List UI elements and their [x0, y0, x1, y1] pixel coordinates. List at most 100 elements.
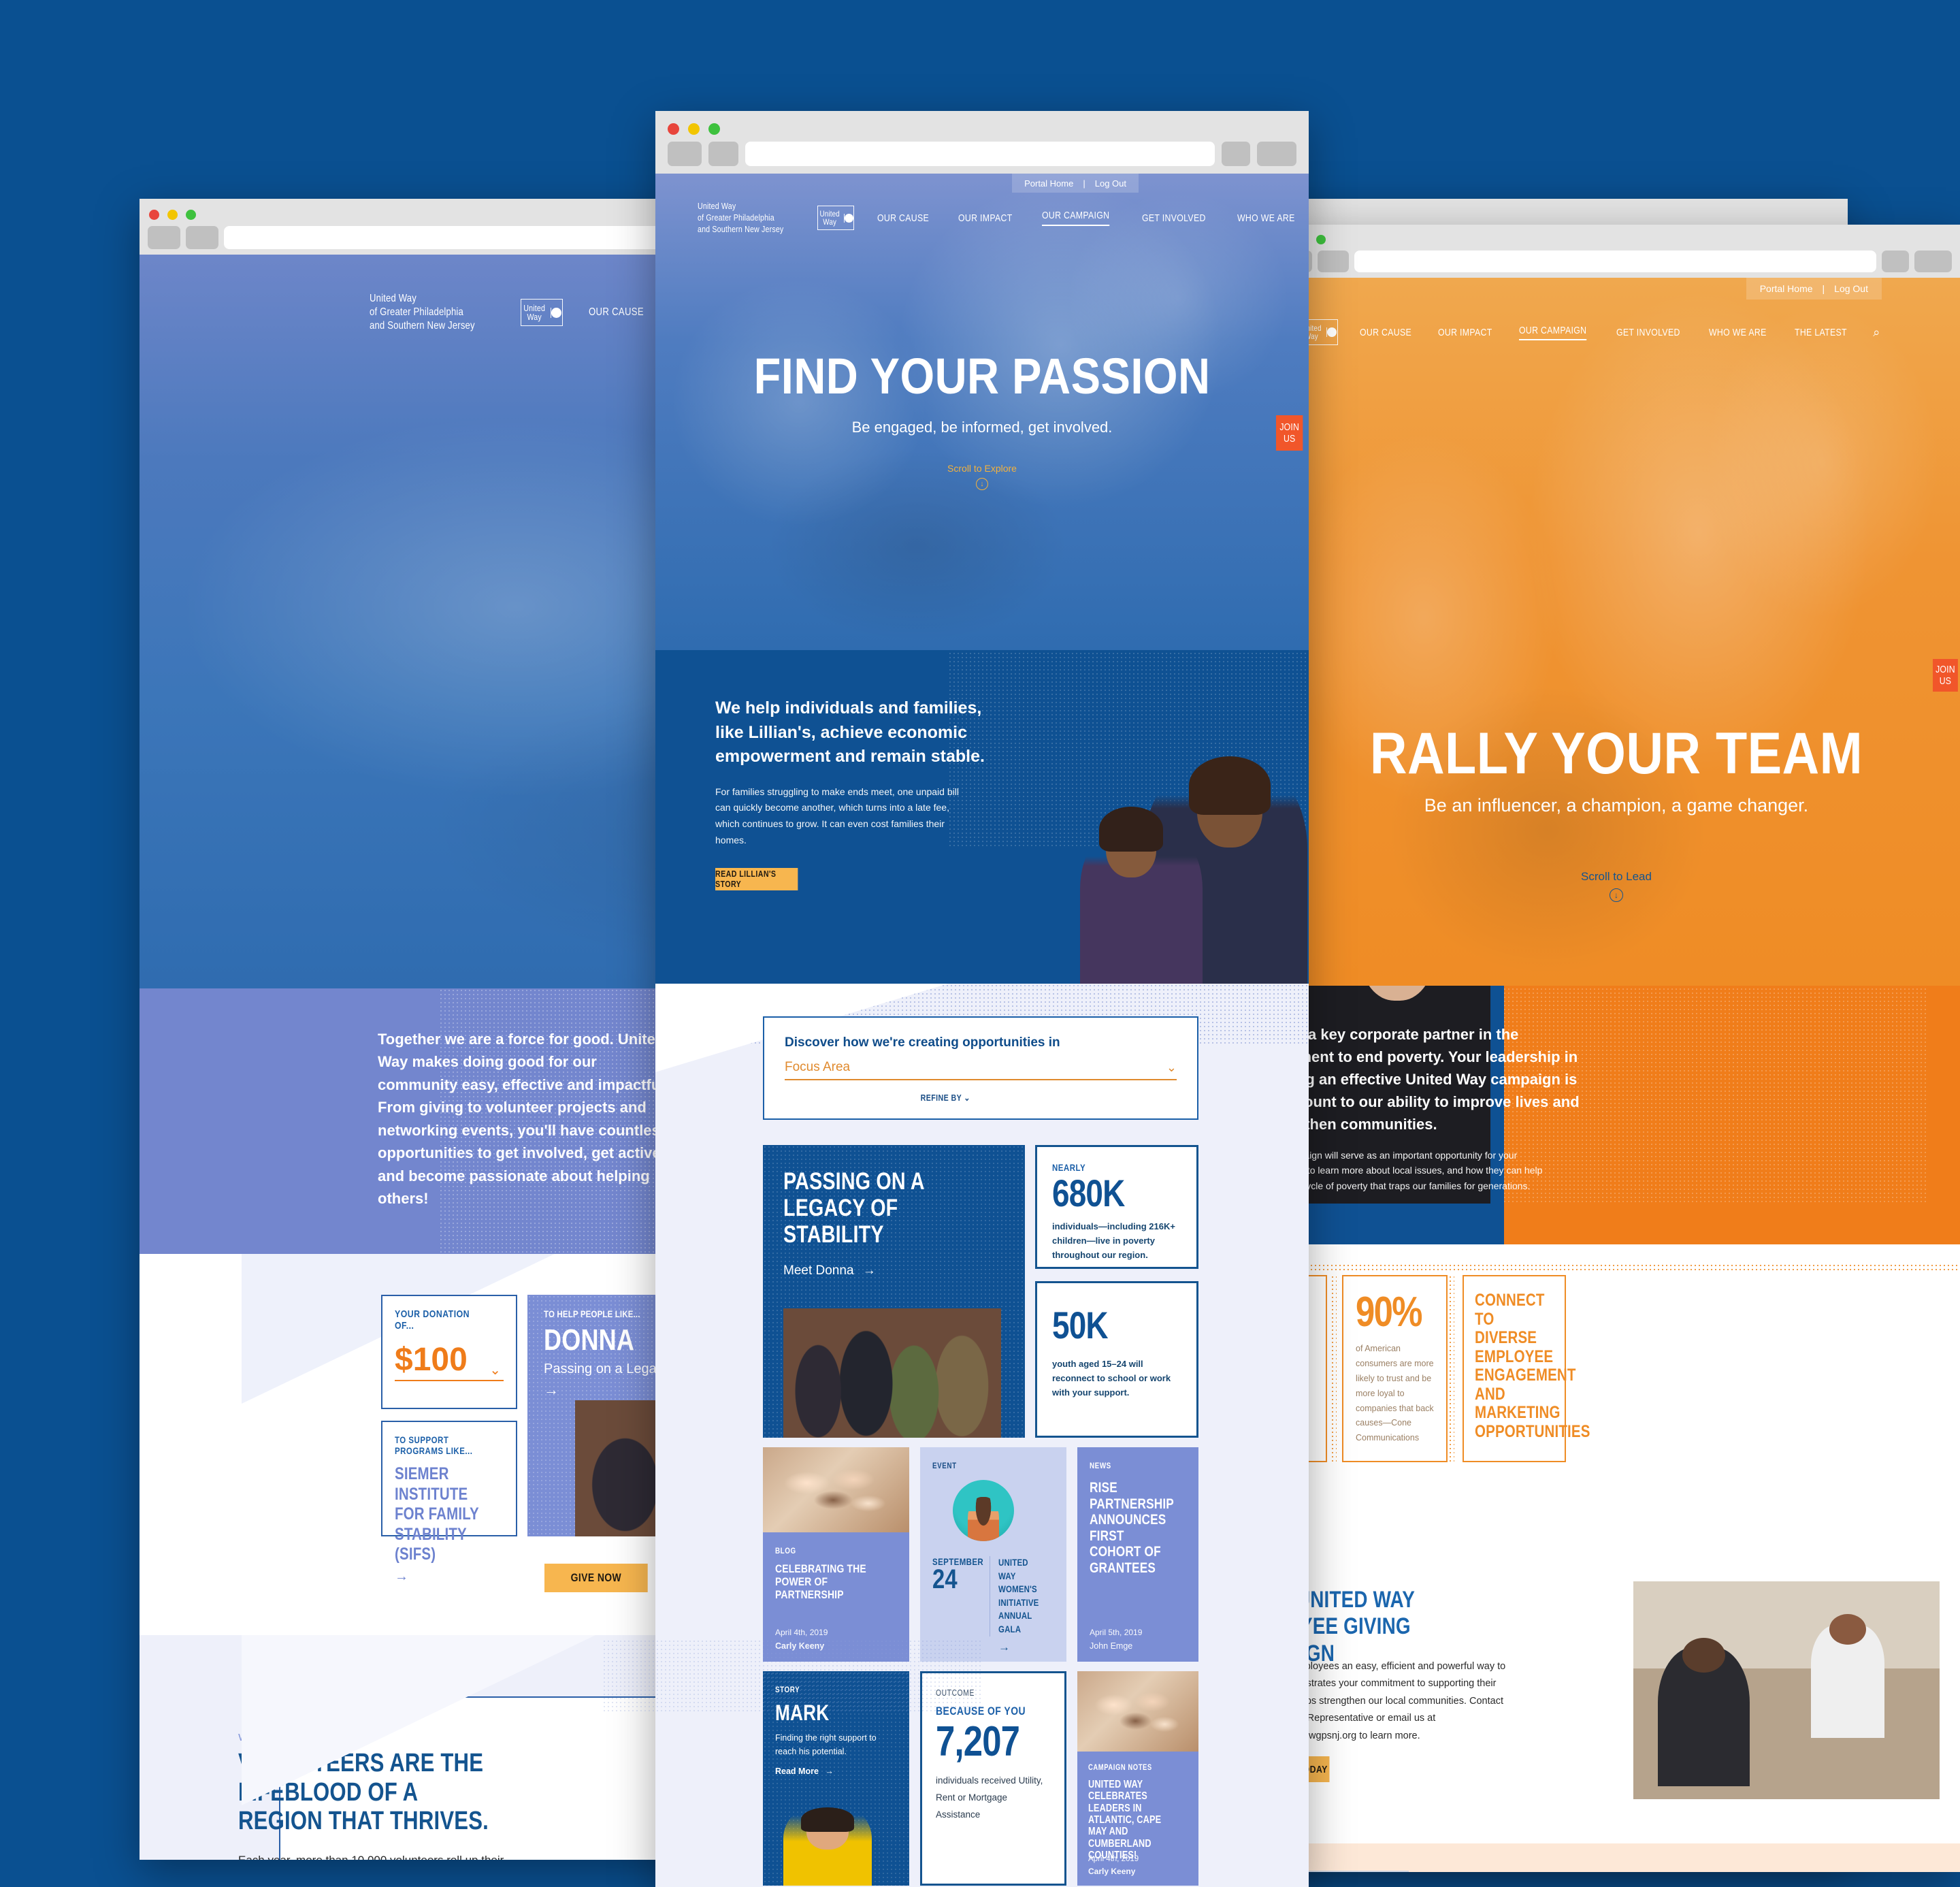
nav-link-get-involved[interactable]: GET INVOLVED — [1616, 327, 1680, 338]
nav-link-our-impact[interactable]: OUR IMPACT — [958, 212, 1013, 224]
browser-chrome-center — [655, 111, 1309, 174]
tabs-button[interactable] — [1257, 142, 1296, 166]
read-lillians-story-button[interactable]: READ LILLIAN'S STORY — [715, 867, 798, 890]
utility-nav[interactable]: Portal Home | Log Out — [1012, 174, 1139, 193]
helping-hand-icon — [1326, 327, 1337, 338]
close-icon[interactable] — [149, 209, 159, 220]
portal-home-link[interactable]: Portal Home — [1024, 178, 1073, 189]
search-icon[interactable]: ⌕ — [1873, 325, 1880, 340]
portal-home-link[interactable]: Portal Home — [1760, 283, 1813, 294]
utility-nav[interactable]: Portal Home | Log Out — [1746, 278, 1882, 300]
united-way-logo-icon[interactable]: United Way — [521, 299, 563, 326]
focus-area-select[interactable]: Focus Area ⌄ — [785, 1060, 1177, 1080]
card-news[interactable]: NEWS RISE PARTNERSHIP ANNOUNCES FIRST CO… — [1077, 1447, 1198, 1662]
site-right: Portal Home | Log Out United Way of Grea… — [1273, 278, 1960, 1872]
donation-amount-value[interactable]: $100 — [395, 1341, 504, 1381]
benefits-section-right: GAIN ACCESS TO PREMIER MARKETS ACROSS OU… — [1273, 1244, 1960, 1544]
scroll-cue-center[interactable]: Scroll to Explore ↓ — [655, 463, 1309, 490]
utility-separator: | — [1083, 178, 1085, 189]
card-event[interactable]: EVENT SEPTEMBER 24 UNITED WAY WOMEN'S IN… — [920, 1447, 1066, 1662]
benefit-stat-number: 90% — [1356, 1289, 1422, 1336]
chevron-down-icon[interactable]: ⌄ — [1166, 1061, 1177, 1075]
focus-area-value: Focus Area — [785, 1060, 851, 1074]
share-button[interactable] — [1882, 251, 1909, 272]
card-campaign-notes[interactable]: CAMPAIGN NOTES UNITED WAY CELEBRATES LEA… — [1077, 1671, 1198, 1886]
close-icon[interactable] — [668, 123, 679, 135]
chevron-down-icon[interactable]: ⌄ — [964, 1093, 970, 1103]
united-way-logo-icon[interactable]: United Way — [817, 206, 854, 231]
nav-link-our-campaign[interactable]: OUR CAMPAIGN — [1518, 325, 1587, 340]
maximize-icon[interactable] — [708, 123, 720, 135]
join-us-button-right[interactable]: JOIN US — [1933, 659, 1958, 692]
card-grid-center: PASSING ON A LEGACY OF STABILITY Meet Do… — [655, 1130, 1309, 1887]
donation-program-kicker: TO SUPPORT PROGRAMS LIKE... — [395, 1434, 473, 1456]
intro-paragraph-center: For families struggling to make ends mee… — [715, 786, 959, 845]
donation-program-card[interactable]: TO SUPPORT PROGRAMS LIKE... SIEMER INSTI… — [381, 1421, 517, 1584]
filter-card[interactable]: Discover how we're creating opportunitie… — [763, 1016, 1198, 1120]
nav-link-our-cause[interactable]: OUR CAUSE — [589, 306, 644, 319]
feature-story-link[interactable]: Meet Donna → — [783, 1263, 1004, 1278]
program-arrow-icon[interactable]: → — [395, 1569, 504, 1585]
story-body: Finding the right support to reach his p… — [775, 1732, 877, 1756]
donation-amount-card[interactable]: YOUR DONATION OF... $100 ⌄ — [381, 1295, 517, 1409]
arrow-right-icon[interactable]: → — [998, 1641, 1054, 1654]
nav-link-our-cause[interactable]: OUR CAUSE — [877, 212, 929, 224]
benefit-card-stat[interactable]: 90% of American consumers are more likel… — [1342, 1275, 1448, 1462]
maximize-icon[interactable] — [1316, 235, 1326, 244]
logo-wordmark[interactable]: United Way of Greater Philadelphia and S… — [698, 201, 787, 236]
browser-window-center[interactable]: Portal Home | Log Out United Way of Grea… — [655, 111, 1309, 1887]
nav-link-who-we-are[interactable]: WHO WE ARE — [1709, 327, 1767, 338]
filter-heading: Discover how we're creating opportunitie… — [785, 1035, 1060, 1050]
chevron-down-icon[interactable]: ⌄ — [489, 1361, 501, 1378]
hero-center: Portal Home | Log Out United Way of Grea… — [655, 174, 1309, 650]
logo-wordmark[interactable]: United Way of Greater Philadelphia and S… — [370, 292, 481, 333]
nav-link-the-latest[interactable]: THE LATEST — [1795, 327, 1847, 338]
nav-link-who-we-are[interactable]: WHO WE ARE — [1237, 212, 1295, 224]
office-photo — [1633, 1581, 1940, 1799]
campaign-notes-author: Carly Keeny — [1088, 1867, 1136, 1876]
helping-hand-icon — [550, 307, 562, 318]
forward-button[interactable] — [708, 142, 738, 166]
hero-title-center: FIND YOUR PASSION — [753, 348, 1211, 404]
give-now-button[interactable]: GIVE NOW — [544, 1564, 648, 1592]
nav-link-our-impact[interactable]: OUR IMPACT — [1438, 327, 1492, 338]
minimize-icon[interactable] — [167, 209, 178, 220]
forward-button[interactable] — [1318, 251, 1349, 272]
card-stat-50k[interactable]: 50K youth aged 15–24 will reconnect to s… — [1035, 1281, 1198, 1438]
benefit-card-engagement[interactable]: CONNECT TO DIVERSE EMPLOYEE ENGAGEMENT A… — [1463, 1275, 1590, 1462]
share-button[interactable] — [1222, 142, 1250, 166]
intro-heading-center: We help individuals and families, like L… — [715, 698, 985, 766]
story-read-more[interactable]: Read More → — [775, 1767, 897, 1776]
address-bar[interactable] — [745, 142, 1215, 166]
news-author: John Emge — [1090, 1641, 1133, 1651]
log-out-link[interactable]: Log Out — [1095, 178, 1126, 189]
forward-button[interactable] — [186, 226, 218, 249]
volunteer-paragraph-1: Each year, more than 10,000 volunteers r… — [238, 1851, 538, 1860]
arrow-down-icon[interactable]: ↓ — [976, 478, 988, 490]
dot-pattern — [1330, 1275, 1337, 1462]
scroll-cue-right[interactable]: Scroll to Lead ↓ — [1273, 870, 1960, 902]
blog-title: CELEBRATING THE POWER OF PARTNERSHIP — [775, 1562, 866, 1602]
donation-program-value[interactable]: SIEMER INSTITUTE FOR FAMILY STABILITY (S… — [395, 1464, 484, 1565]
nav-link-get-involved[interactable]: GET INVOLVED — [1142, 212, 1206, 224]
back-button[interactable] — [668, 142, 702, 166]
tabs-button[interactable] — [1914, 251, 1952, 272]
card-blog[interactable]: BLOG CELEBRATING THE POWER OF PARTNERSHI… — [763, 1447, 909, 1662]
card-feature-story[interactable]: PASSING ON A LEGACY OF STABILITY Meet Do… — [763, 1145, 1025, 1438]
address-bar[interactable] — [1354, 251, 1876, 272]
nav-link-our-cause[interactable]: OUR CAUSE — [1360, 327, 1411, 338]
maximize-icon[interactable] — [186, 209, 196, 220]
log-out-link[interactable]: Log Out — [1834, 283, 1868, 294]
browser-window-right[interactable]: Portal Home | Log Out United Way of Grea… — [1273, 225, 1960, 1872]
refine-by-toggle[interactable]: REFINE BY ⌄ — [785, 1093, 1106, 1103]
nav-link-our-campaign[interactable]: OUR CAMPAIGN — [1041, 210, 1110, 227]
blog-photo — [763, 1447, 909, 1532]
card-stat-680k[interactable]: NEARLY 680K individuals—including 216K+ … — [1035, 1145, 1198, 1269]
event-avatar — [953, 1480, 1014, 1541]
back-button[interactable] — [148, 226, 180, 249]
arrow-down-icon[interactable]: ↓ — [1610, 888, 1623, 902]
lillian-photo — [1035, 739, 1309, 984]
browser-chrome-right — [1273, 225, 1960, 278]
event-kicker: EVENT — [932, 1461, 957, 1470]
minimize-icon[interactable] — [688, 123, 700, 135]
